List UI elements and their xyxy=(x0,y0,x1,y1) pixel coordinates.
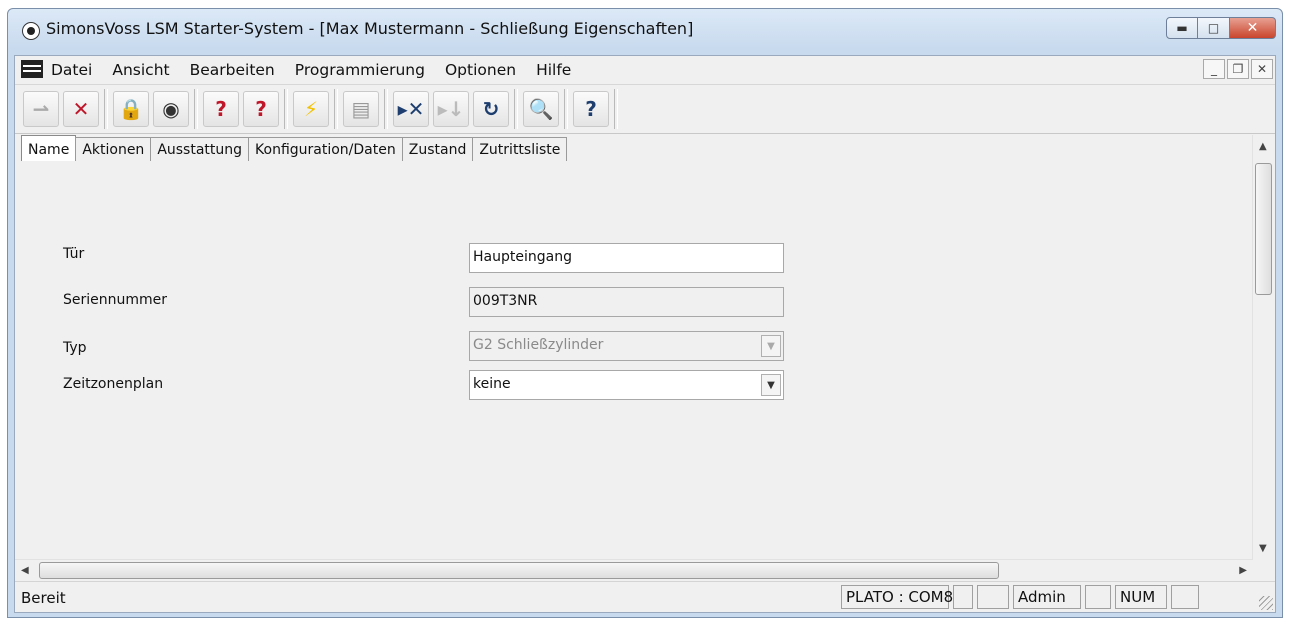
printer-icon[interactable]: ▤ xyxy=(343,91,379,127)
mdi-client: Datei Ansicht Bearbeiten Programmierung … xyxy=(14,55,1276,613)
scroll-right-icon[interactable]: ▶ xyxy=(1239,565,1247,576)
toolbar: ⇀ ✕ 🔒 ◉ ? ? ⚡ ▤ ▸✕ ▸↓ ↻ 🔍 ? xyxy=(15,85,1275,134)
toolbar-separator xyxy=(384,89,388,129)
toolbar-separator xyxy=(104,89,108,129)
resize-grip[interactable] xyxy=(1259,596,1273,610)
lightning-icon[interactable]: ⚡ xyxy=(293,91,329,127)
status-pane-empty xyxy=(977,585,1009,609)
zeitzone-select[interactable]: keine ▼ xyxy=(469,370,784,400)
app-window: SimonsVoss LSM Starter-System - [Max Mus… xyxy=(7,8,1283,618)
status-pane-empty xyxy=(1171,585,1199,609)
lock-question-icon[interactable]: ? xyxy=(203,91,239,127)
menu-datei[interactable]: Datei xyxy=(51,61,92,79)
search-icon[interactable]: 🔍 xyxy=(523,91,559,127)
status-pane-empty xyxy=(1085,585,1111,609)
menu-hilfe[interactable]: Hilfe xyxy=(536,61,571,79)
chevron-down-icon: ▼ xyxy=(761,335,781,357)
scroll-left-icon[interactable]: ◀ xyxy=(21,565,29,576)
tab-zustand[interactable]: Zustand xyxy=(401,137,474,161)
tuer-input[interactable]: Haupteingang xyxy=(469,243,784,273)
serial-label: Seriennummer xyxy=(63,292,168,308)
toolbar-separator xyxy=(194,89,198,129)
horizontal-scrollbar[interactable]: ◀ ▶ xyxy=(15,559,1253,582)
mdi-restore-button[interactable]: ❐ xyxy=(1227,59,1249,79)
typ-value: G2 Schließzylinder xyxy=(473,337,604,353)
zeitzone-value: keine xyxy=(473,376,511,392)
step-down-icon[interactable]: ▸↓ xyxy=(433,91,469,127)
mdi-minimize-button[interactable]: _ xyxy=(1203,59,1225,79)
app-icon xyxy=(22,22,40,40)
zeitzone-label: Zeitzonenplan xyxy=(63,376,164,392)
toolbar-separator xyxy=(614,89,618,129)
menu-bar: Datei Ansicht Bearbeiten Programmierung … xyxy=(15,56,1275,85)
transponder-question-icon[interactable]: ? xyxy=(243,91,279,127)
status-num: NUM xyxy=(1115,585,1167,609)
tab-konfiguration-daten[interactable]: Konfiguration/Daten xyxy=(248,137,403,161)
arrow-icon[interactable]: ⇀ xyxy=(23,91,59,127)
menu-optionen[interactable]: Optionen xyxy=(445,61,516,79)
refresh-icon[interactable]: ↻ xyxy=(473,91,509,127)
document-window-icon[interactable] xyxy=(21,60,43,78)
title-bar[interactable]: SimonsVoss LSM Starter-System - [Max Mus… xyxy=(8,9,1282,55)
typ-label: Typ xyxy=(63,340,87,356)
tab-name[interactable]: Name xyxy=(21,135,77,161)
scroll-up-icon[interactable]: ▲ xyxy=(1259,141,1267,152)
properties-page: Name Aktionen Ausstattung Konfiguration/… xyxy=(15,135,1275,582)
add-lock-icon[interactable]: 🔒 xyxy=(113,91,149,127)
window-title: SimonsVoss LSM Starter-System - [Max Mus… xyxy=(46,19,694,38)
minimize-button[interactable]: ▬ xyxy=(1166,17,1198,39)
status-text: Bereit xyxy=(21,589,66,607)
tab-aktionen[interactable]: Aktionen xyxy=(75,137,152,161)
tab-ausstattung[interactable]: Ausstattung xyxy=(150,137,250,161)
status-user: Admin xyxy=(1013,585,1081,609)
skip-x-icon[interactable]: ▸✕ xyxy=(393,91,429,127)
add-transponder-icon[interactable]: ◉ xyxy=(153,91,189,127)
status-port: PLATO : COM8 xyxy=(841,585,953,609)
toolbar-separator xyxy=(564,89,568,129)
status-bar: Bereit PLATO : COM8 Admin NUM xyxy=(15,581,1275,612)
menu-ansicht[interactable]: Ansicht xyxy=(112,61,169,79)
close-button[interactable]: ✕ xyxy=(1230,17,1276,39)
tab-strip: Name Aktionen Ausstattung Konfiguration/… xyxy=(21,135,568,161)
toolbar-separator xyxy=(514,89,518,129)
tuer-label: Tür xyxy=(63,246,85,262)
maximize-button[interactable]: □ xyxy=(1198,17,1230,39)
tab-zutrittsliste[interactable]: Zutrittsliste xyxy=(472,137,568,161)
window-controls: ▬ □ ✕ xyxy=(1166,17,1276,39)
toolbar-separator xyxy=(334,89,338,129)
typ-select: G2 Schließzylinder ▼ xyxy=(469,331,784,361)
serial-input: 009T3NR xyxy=(469,287,784,317)
toolbar-separator xyxy=(284,89,288,129)
chevron-down-icon[interactable]: ▼ xyxy=(761,374,781,396)
vertical-scroll-thumb[interactable] xyxy=(1255,163,1272,295)
scroll-down-icon[interactable]: ▼ xyxy=(1259,543,1267,554)
help-icon[interactable]: ? xyxy=(573,91,609,127)
vertical-scrollbar[interactable]: ▲ ▼ xyxy=(1252,135,1275,560)
menu-bearbeiten[interactable]: Bearbeiten xyxy=(190,61,275,79)
status-pane-empty xyxy=(953,585,973,609)
cancel-transfer-icon[interactable]: ✕ xyxy=(63,91,99,127)
menu-programmierung[interactable]: Programmierung xyxy=(295,61,425,79)
mdi-close-button[interactable]: ✕ xyxy=(1251,59,1273,79)
horizontal-scroll-thumb[interactable] xyxy=(39,562,999,579)
